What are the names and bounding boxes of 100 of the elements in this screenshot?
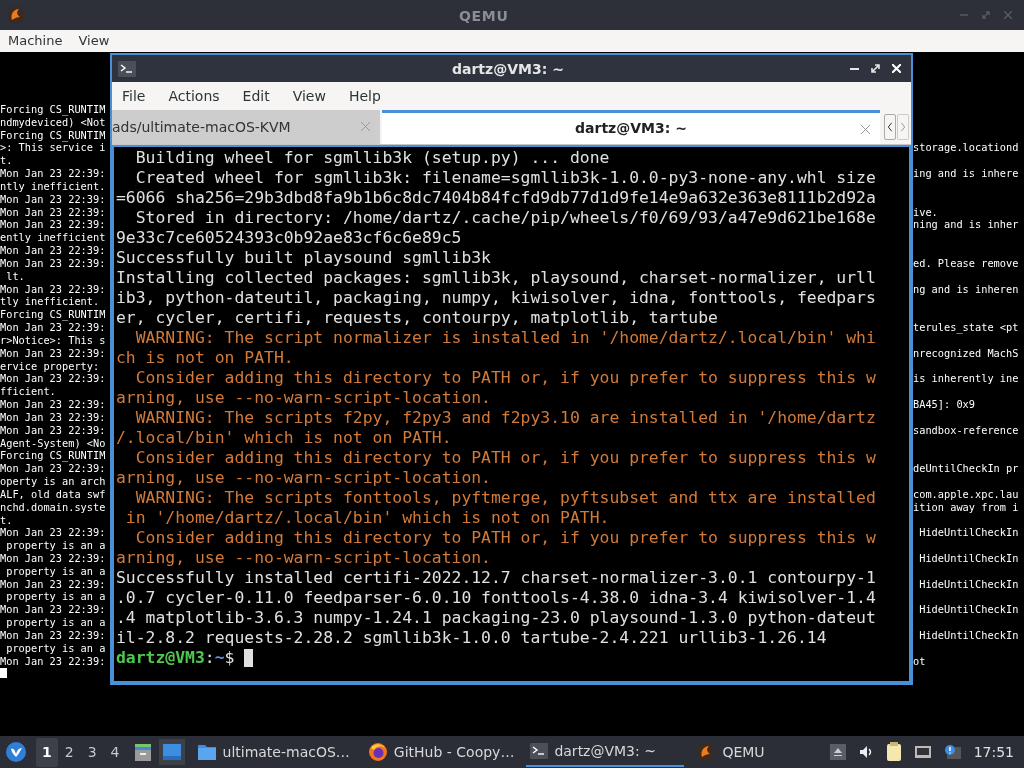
clipboard-icon[interactable] (885, 742, 902, 762)
terminal-tab[interactable]: ads/ultimate-macOS-KVM (112, 110, 380, 144)
console-line: property is an a (5, 590, 106, 603)
console-line: terules_state <pt (913, 321, 1019, 334)
console-line: ntly inefficient. (0, 179, 106, 192)
qemu-icon (696, 742, 717, 762)
terminal-line: Consider adding this directory to PATH or, if you prefer to suppress this w (134, 448, 877, 468)
close-tab-icon[interactable] (861, 125, 870, 134)
terminal-line: Consider adding this directory to PATH or, if you prefer to suppress this w (134, 368, 877, 388)
terminal-line: il-2.8.2 requests-2.28.2 sgmllib3k-1.0.0 tartube-2.4.221 urllib3-1.26.14 (116, 628, 828, 648)
console-line: Mon Jan 23 22:39: (0, 654, 106, 667)
workspace-button[interactable]: 2 (57, 737, 81, 767)
console-line: ot (913, 654, 926, 667)
menu-item[interactable]: View (292, 85, 326, 107)
console-line: nchd.domain.syste (0, 500, 106, 513)
terminal-icon (530, 743, 549, 759)
terminal-line: /.local/bin' which is not on PATH. (116, 428, 453, 448)
task-button[interactable]: dartz@VM3: ~ (526, 737, 685, 767)
console-line: >: This service i (0, 141, 106, 154)
terminal-line: Stored in directory: /home/dartz/.cache/pip/wheels/f0/69/93/a47e9d621be168e (134, 208, 877, 228)
console-line: Mon Jan 23 22:39: (0, 423, 106, 436)
console-line: Agent-System) <No (0, 436, 106, 449)
console-line: HideUntilCheckIn (918, 526, 1019, 539)
task-button[interactable]: GitHub - Coopy… (361, 737, 521, 767)
terminal-line: ch is not on PATH. (116, 348, 295, 368)
clock[interactable]: 17:51 (973, 741, 1014, 763)
console-line: ervice property: (0, 359, 100, 372)
network-icon[interactable] (913, 744, 932, 760)
console-line: Forcing CS_RUNTIM (0, 128, 106, 141)
console-line: Mon Jan 23 22:39: (0, 410, 106, 423)
browser-icon (367, 742, 388, 762)
console-line: Mon Jan 23 22:39: (0, 398, 106, 411)
prompt-symbol: $ (224, 648, 235, 668)
console-line: Mon Jan 23 22:39: (0, 244, 106, 257)
terminal-line: .0.7 cycler-0.11.0 feedparser-6.0.10 fonttools-4.38.0 idna-3.4 kiwisolver-1.4 (116, 588, 877, 608)
folder-icon (196, 743, 217, 761)
workspace-button[interactable]: 3 (80, 737, 104, 767)
terminal-line: WARNING: The script normalizer is installed in '/home/dartz/.local/bin' whi (134, 328, 877, 348)
console-line: HideUntilCheckIn (918, 603, 1019, 616)
console-line: Mon Jan 23 22:39: (0, 603, 106, 616)
console-line: Mon Jan 23 22:39: (0, 321, 106, 334)
start-menu-icon[interactable] (6, 742, 26, 762)
scroll-left-icon[interactable] (884, 114, 896, 140)
console-line: Mon Jan 23 22:39: (0, 282, 106, 295)
terminal-line: arning, use --no-warn-script-location. (116, 548, 492, 568)
console-line: r>Notice>: This s (0, 333, 106, 346)
console-line: property is an a (5, 539, 106, 552)
speaker-icon[interactable] (857, 744, 874, 760)
console-line: Mon Jan 23 22:39: (0, 526, 106, 539)
workspace-button[interactable]: 4 (103, 737, 127, 767)
console-line: sandbox-reference (913, 423, 1019, 436)
terminal-line: er, cycler, certifi, requests, contourpy, matplotlib, tartube (116, 308, 719, 328)
console-line: Mon Jan 23 22:39: (0, 346, 106, 359)
console-line: deUntilCheckIn pr (913, 462, 1019, 475)
console-line: property is an a (5, 564, 106, 577)
console-line: Mon Jan 23 22:39: (0, 552, 106, 564)
task-button[interactable]: ultimate-macOS… (190, 737, 356, 767)
menu-item[interactable]: Actions (168, 85, 220, 107)
console-line: Mon Jan 23 22:39: (0, 372, 106, 385)
text-cursor (244, 649, 254, 667)
terminal-line: 9e33c7ce60524393c0b92ae83cf6c6e89c5 (116, 228, 463, 248)
workspace-button[interactable]: 1 (36, 737, 58, 767)
terminal-tab[interactable]: dartz@VM3: ~ (382, 110, 880, 144)
console-line: Mon Jan 23 22:39: (0, 256, 106, 269)
menu-item[interactable]: File (122, 85, 146, 107)
prompt-user: dartz@VM3 (116, 648, 205, 668)
notification-icon[interactable] (943, 744, 962, 760)
window-title: dartz@VM3: ~ (452, 60, 564, 79)
file-cabinet-icon[interactable] (132, 742, 153, 762)
console-line: property is an a (5, 641, 106, 654)
console-line: nrecognized MachS (913, 346, 1019, 359)
console-line: BA45]: 0x9 (913, 398, 975, 411)
terminal-line: Building wheel for sgmllib3k (setup.py) ... done (134, 148, 611, 168)
menu-item[interactable]: View (78, 31, 110, 51)
console-line: HideUntilCheckIn (918, 577, 1019, 590)
console-line: ed. Please remove (913, 256, 1019, 269)
console-line: HideUntilCheckIn (918, 628, 1019, 641)
eject-icon[interactable] (829, 744, 846, 760)
terminal-line: arning, use --no-warn-script-location. (116, 388, 492, 408)
console-line: tly inefficient. (0, 295, 100, 308)
console-line: ning and is inher (913, 218, 1019, 231)
console-line: Mon Jan 23 22:39: (0, 628, 106, 641)
menu-item[interactable]: Machine (8, 31, 63, 51)
qemu-icon (6, 5, 26, 25)
console-line: Mon Jan 23 22:39: (0, 577, 106, 590)
desktop-icon[interactable] (161, 743, 182, 761)
task-button[interactable]: QEMU (690, 737, 771, 767)
console-line: Forcing CS_RUNTIM (0, 103, 106, 115)
console-line: ition away from i (913, 500, 1019, 513)
menu-item[interactable]: Edit (242, 85, 270, 107)
console-line: ing and is inhere (913, 167, 1019, 180)
window-title: QEMU (459, 7, 509, 26)
console-line: lt. (5, 269, 25, 282)
menu-item[interactable]: Help (348, 85, 381, 107)
terminal-line: Created wheel for sgmllib3k: filename=sgmllib3k-1.0.0-py3-none-any.whl size (134, 168, 877, 188)
console-line: Mon Jan 23 22:39: (0, 167, 106, 180)
console-line: is inherently ine (913, 372, 1019, 385)
console-line: HideUntilCheckIn (918, 552, 1019, 564)
console-line: Forcing CS_RUNTIM (0, 449, 106, 462)
console-cursor (0, 668, 7, 679)
